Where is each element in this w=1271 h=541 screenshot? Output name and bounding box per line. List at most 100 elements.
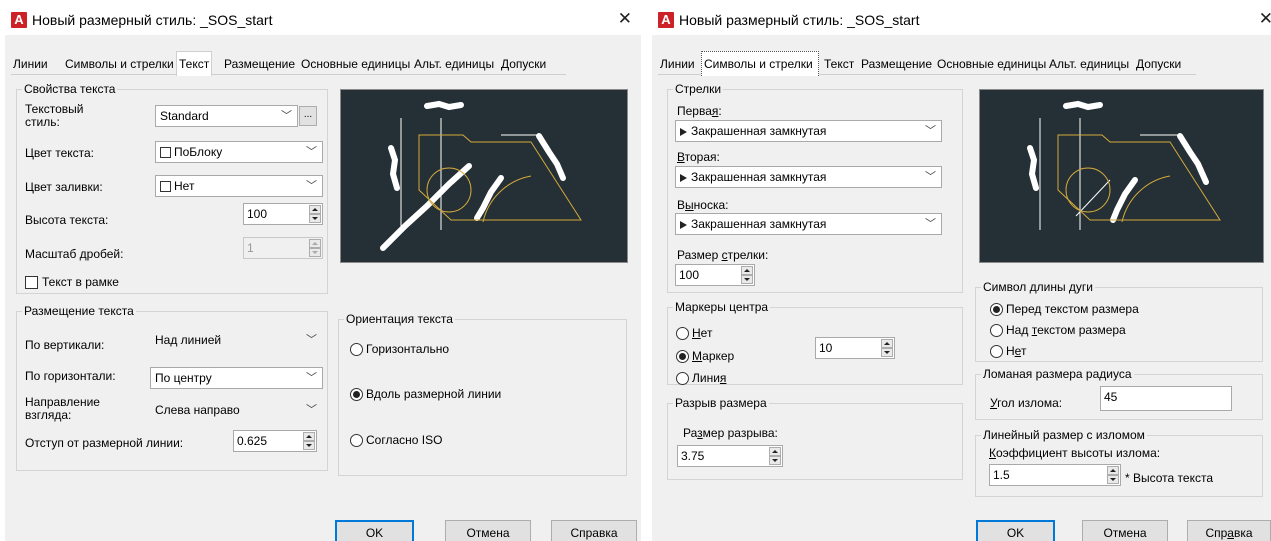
tab-primary-units[interactable]: Основные единицы: [935, 55, 1048, 75]
spin-up-icon[interactable]: [303, 432, 315, 441]
spinner-arrows[interactable]: [881, 339, 893, 357]
text-frame-checkbox[interactable]: Текст в рамке: [25, 275, 119, 289]
jog-height-factor-spinner[interactable]: 1.5: [989, 464, 1121, 486]
spinner-arrows[interactable]: [309, 205, 321, 223]
horizontal-value: По центру: [155, 371, 212, 385]
text-style-label-line1: Текстовый: [25, 102, 84, 116]
second-arrow-select[interactable]: Закрашенная замкнутая ﹀: [675, 166, 942, 188]
center-mark-radio[interactable]: Маркер: [676, 349, 734, 363]
view-direction-label-line2: взгляда:: [25, 408, 72, 422]
break-size-spinner[interactable]: 3.75: [677, 445, 783, 467]
radio-dot[interactable]: [990, 303, 1003, 316]
tab-tolerances[interactable]: Допуски: [499, 55, 548, 75]
orientation-aligned-radio[interactable]: Вдоль размерной линии: [350, 387, 501, 401]
label-part: носка:: [693, 198, 729, 212]
leader-arrow-select[interactable]: Закрашенная замкнутая ﹀: [675, 213, 942, 235]
preview-pane: [340, 89, 628, 263]
tab-alt-units[interactable]: Альт. единицы: [412, 55, 496, 75]
label-part: екстом размера: [1037, 323, 1126, 337]
spinner-arrows[interactable]: [769, 447, 781, 465]
tab-symbols-arrows[interactable]: Символы и стрелки: [63, 55, 176, 75]
text-color-select[interactable]: ПоБлоку ﹀: [155, 141, 323, 163]
radio-dot[interactable]: [990, 345, 1003, 358]
tab-lines[interactable]: Линии: [658, 55, 697, 75]
spin-up-icon[interactable]: [1107, 466, 1119, 475]
radio-dot[interactable]: [990, 324, 1003, 337]
tab-symbols-arrows[interactable]: Символы и стрелки: [701, 51, 819, 76]
filled-arrow-icon: [680, 174, 687, 182]
spin-up-icon[interactable]: [769, 447, 781, 456]
fraction-scale-spinner[interactable]: 1: [243, 237, 323, 259]
tab-placement[interactable]: Размещение: [859, 55, 934, 75]
arrow-size-spinner[interactable]: 100: [675, 264, 755, 286]
spinner-arrows[interactable]: [741, 266, 753, 284]
spin-up-icon[interactable]: [881, 339, 893, 348]
arc-above-radio[interactable]: Над текстом размера: [990, 323, 1126, 337]
text-style-browse-button[interactable]: ...: [299, 106, 317, 126]
center-none-radio[interactable]: Нет: [676, 326, 712, 340]
spin-down-icon[interactable]: [769, 456, 781, 465]
ok-button[interactable]: OK: [335, 520, 414, 541]
radio-dot[interactable]: [676, 350, 689, 363]
tab-placement[interactable]: Размещение: [222, 55, 297, 75]
group-title: Свойства текста: [22, 82, 118, 96]
spin-up-icon[interactable]: [741, 266, 753, 275]
cancel-button[interactable]: Отмена: [445, 520, 531, 541]
spinner-arrows[interactable]: [1107, 466, 1119, 484]
jog-angle-input[interactable]: 45: [1100, 386, 1232, 411]
spinner-arrows[interactable]: [309, 239, 321, 257]
help-button[interactable]: Справка: [551, 520, 637, 541]
group-title: Ориентация текста: [344, 312, 455, 326]
tab-text[interactable]: Текст: [176, 51, 213, 76]
first-arrow-select[interactable]: Закрашенная замкнутая ﹀: [675, 120, 942, 142]
ok-button[interactable]: OK: [976, 520, 1055, 541]
spin-down-icon[interactable]: [1107, 475, 1119, 484]
view-direction-select[interactable]: Слева направо ﹀: [150, 399, 323, 421]
orientation-horizontal-radio[interactable]: Горизонтально: [350, 342, 449, 356]
help-button[interactable]: Справка: [1187, 520, 1271, 541]
accesskey: ы: [685, 198, 694, 212]
orientation-iso-radio[interactable]: Согласно ISO: [350, 433, 442, 447]
horizontal-select[interactable]: По центру ﹀: [150, 367, 323, 389]
radio-dot[interactable]: [350, 434, 363, 447]
spin-down-icon[interactable]: [303, 441, 315, 450]
tab-alt-units[interactable]: Альт. единицы: [1047, 55, 1131, 75]
spinner-arrows[interactable]: [303, 432, 315, 450]
fill-color-select[interactable]: Нет ﹀: [155, 175, 323, 197]
radio-dot[interactable]: [350, 388, 363, 401]
text-height-spinner[interactable]: 100: [243, 203, 323, 225]
group-title: Ломаная размера радиуса: [981, 367, 1134, 381]
preview-text-scribble: [474, 175, 504, 221]
radio-dot[interactable]: [676, 372, 689, 385]
center-line-radio[interactable]: Линия: [676, 371, 726, 385]
spin-up-icon[interactable]: [309, 239, 321, 248]
arc-none-radio[interactable]: Нет: [990, 344, 1026, 358]
fill-color-label: Цвет заливки:: [25, 180, 103, 194]
cancel-button[interactable]: Отмена: [1082, 520, 1168, 541]
tab-tolerances[interactable]: Допуски: [1134, 55, 1183, 75]
preview-text-scribble: [424, 100, 464, 111]
close-icon[interactable]: ✕: [1259, 9, 1271, 29]
title-bar: A Новый размерный стиль: _SOS_start ✕: [652, 5, 1271, 35]
filled-arrow-icon: [680, 128, 687, 136]
arc-before-radio[interactable]: Перед текстом размера: [990, 302, 1139, 316]
jog-height-suffix: * Высота текста: [1125, 471, 1214, 485]
offset-spinner[interactable]: 0.625: [233, 430, 317, 452]
tab-text[interactable]: Текст: [822, 55, 856, 75]
center-mark-size-spinner[interactable]: 10: [815, 337, 895, 359]
spin-down-icon[interactable]: [309, 248, 321, 257]
checkbox-box[interactable]: [25, 276, 38, 289]
text-style-select[interactable]: Standard ﹀: [155, 105, 298, 127]
radio-dot[interactable]: [350, 343, 363, 356]
tab-lines[interactable]: Линии: [11, 55, 50, 75]
spin-down-icon[interactable]: [309, 214, 321, 223]
spin-down-icon[interactable]: [741, 275, 753, 284]
spin-down-icon[interactable]: [881, 348, 893, 357]
accesskey: М: [692, 349, 703, 363]
spin-up-icon[interactable]: [309, 205, 321, 214]
radio-dot[interactable]: [676, 327, 689, 340]
close-icon[interactable]: ✕: [618, 9, 632, 29]
vertical-select[interactable]: Над линией ﹀: [150, 329, 323, 351]
dimension-preview-drawing: [1027, 100, 1221, 230]
tab-primary-units[interactable]: Основные единицы: [299, 55, 412, 75]
